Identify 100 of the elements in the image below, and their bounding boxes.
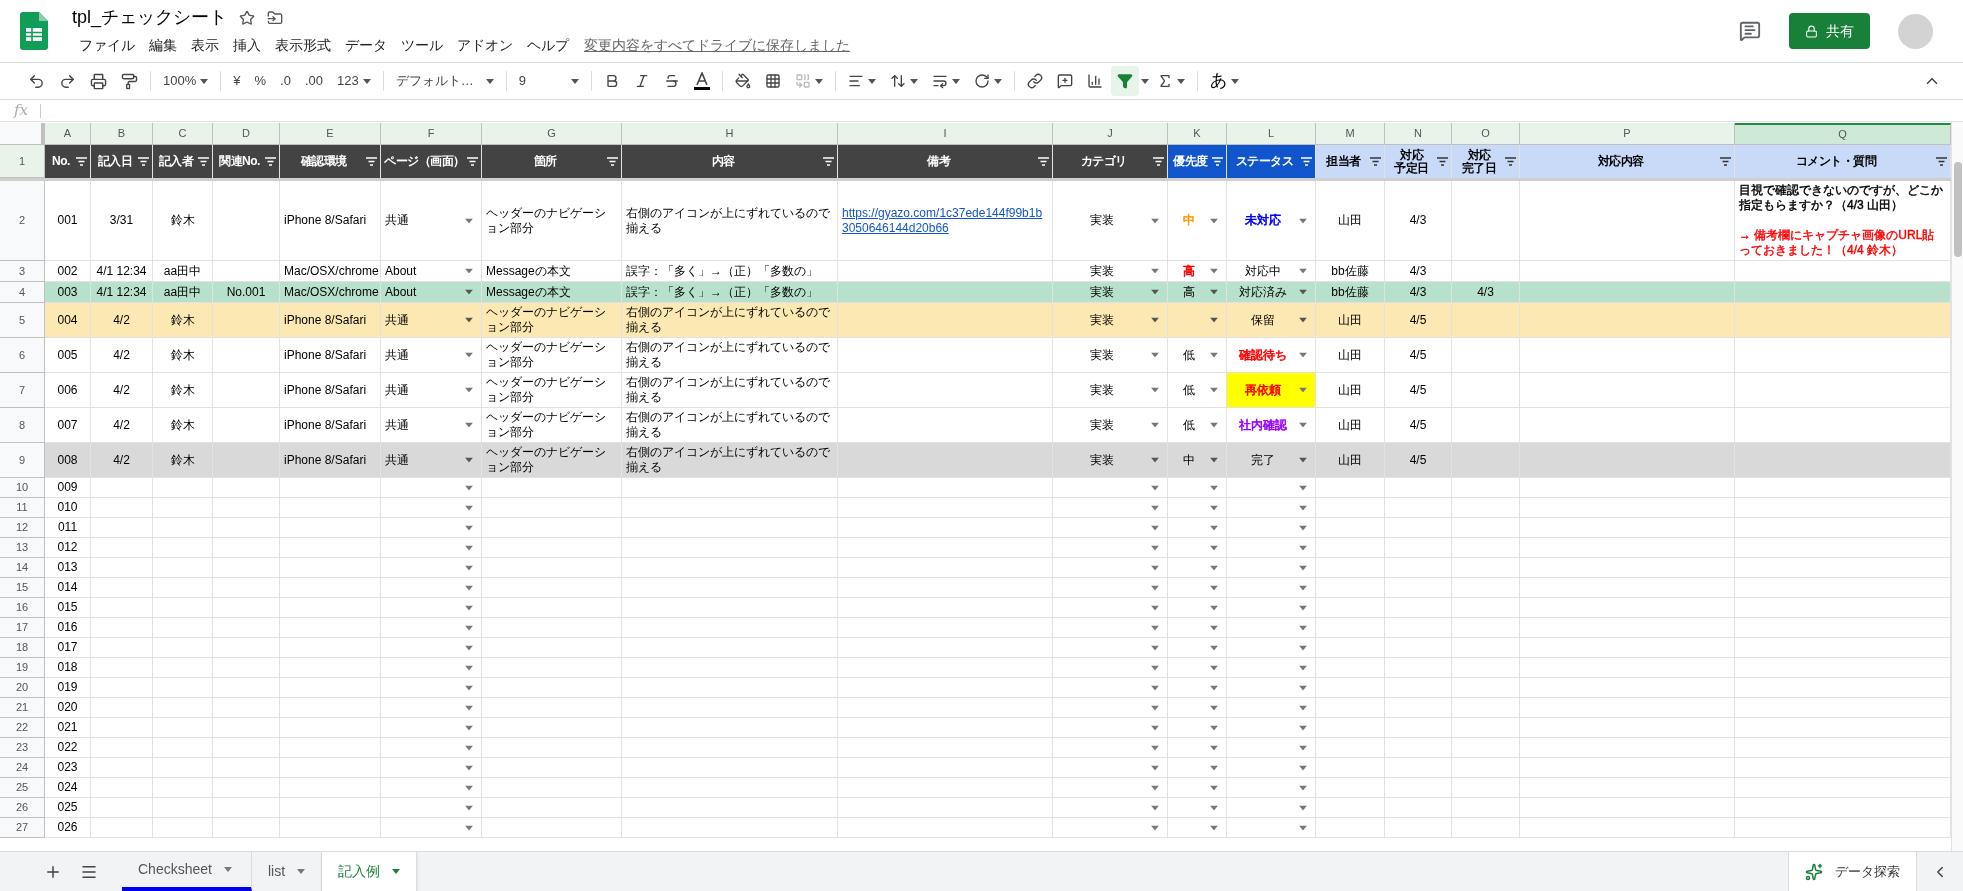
column-header[interactable]: N <box>1385 123 1452 145</box>
dropdown-caret-icon[interactable] <box>465 485 473 490</box>
dropdown-caret-icon[interactable] <box>1210 565 1218 570</box>
dropdown-caret-icon[interactable] <box>1299 785 1307 790</box>
dropdown-caret-icon[interactable] <box>465 705 473 710</box>
dropdown-caret-icon[interactable] <box>1299 317 1307 323</box>
share-button[interactable]: 共有 <box>1789 13 1870 49</box>
row-number[interactable]: 4 <box>0 282 45 303</box>
row-number[interactable]: 23 <box>0 738 45 758</box>
dropdown-caret-icon[interactable] <box>1151 352 1159 358</box>
column-header[interactable]: L <box>1227 123 1316 145</box>
dropdown-caret-icon[interactable] <box>1299 725 1307 730</box>
currency-format-button[interactable]: ¥ <box>227 66 247 96</box>
row-number[interactable]: 27 <box>0 818 45 838</box>
row-number[interactable]: 14 <box>0 558 45 578</box>
column-header[interactable]: A <box>45 123 91 145</box>
percent-format-button[interactable]: % <box>248 66 273 96</box>
zoom-select[interactable]: 100% <box>157 66 215 96</box>
dropdown-caret-icon[interactable] <box>1210 725 1218 730</box>
menu-item[interactable]: 表示 <box>184 33 226 58</box>
dropdown-caret-icon[interactable] <box>1299 605 1307 610</box>
dropdown-caret-icon[interactable] <box>1151 785 1159 790</box>
dropdown-caret-icon[interactable] <box>1210 289 1218 295</box>
menu-item[interactable]: 編集 <box>142 33 184 58</box>
column-header[interactable]: P <box>1520 123 1735 145</box>
dropdown-caret-icon[interactable] <box>1151 745 1159 750</box>
dropdown-caret-icon[interactable] <box>1210 665 1218 670</box>
column-header[interactable]: I <box>838 123 1053 145</box>
dropdown-caret-icon[interactable] <box>465 745 473 750</box>
dropdown-caret-icon[interactable] <box>1299 387 1307 393</box>
spreadsheet-logo-icon[interactable] <box>20 12 48 50</box>
row-number[interactable]: 6 <box>0 338 45 373</box>
menu-item[interactable]: データ <box>338 33 394 58</box>
menu-item[interactable]: ファイル <box>72 33 142 58</box>
dropdown-caret-icon[interactable] <box>1299 505 1307 510</box>
dropdown-caret-icon[interactable] <box>465 289 473 295</box>
dropdown-caret-icon[interactable] <box>1299 705 1307 710</box>
dropdown-caret-icon[interactable] <box>1210 625 1218 630</box>
dropdown-caret-icon[interactable] <box>1151 705 1159 710</box>
dropdown-caret-icon[interactable] <box>465 525 473 530</box>
dropdown-caret-icon[interactable] <box>1210 785 1218 790</box>
dropdown-caret-icon[interactable] <box>1151 805 1159 810</box>
dropdown-caret-icon[interactable] <box>1151 605 1159 610</box>
row-number[interactable]: 2 <box>0 181 45 261</box>
dropdown-caret-icon[interactable] <box>465 352 473 358</box>
row-number[interactable]: 24 <box>0 758 45 778</box>
column-header[interactable]: M <box>1316 123 1385 145</box>
filter-button[interactable] <box>1110 66 1139 96</box>
row-number[interactable]: 9 <box>0 443 45 478</box>
dropdown-caret-icon[interactable] <box>465 625 473 630</box>
star-icon[interactable] <box>239 9 256 26</box>
column-header[interactable]: Q <box>1735 123 1951 145</box>
dropdown-caret-icon[interactable] <box>1151 525 1159 530</box>
dropdown-caret-icon[interactable] <box>1210 422 1218 428</box>
dropdown-caret-icon[interactable] <box>1151 268 1159 274</box>
column-header[interactable]: E <box>280 123 381 145</box>
filter-icon[interactable] <box>1370 157 1381 166</box>
dropdown-caret-icon[interactable] <box>1299 352 1307 358</box>
column-header[interactable]: D <box>213 123 280 145</box>
menu-item[interactable]: アドオン <box>450 33 520 58</box>
row-number[interactable]: 12 <box>0 518 45 538</box>
row-number[interactable]: 22 <box>0 718 45 738</box>
column-header[interactable]: G <box>482 123 622 145</box>
row-number[interactable]: 10 <box>0 478 45 498</box>
dropdown-caret-icon[interactable] <box>1299 422 1307 428</box>
dropdown-caret-icon[interactable] <box>1151 645 1159 650</box>
dropdown-caret-icon[interactable] <box>1299 218 1307 223</box>
dropdown-caret-icon[interactable] <box>1151 765 1159 770</box>
dropdown-caret-icon[interactable] <box>1299 825 1307 830</box>
dropdown-caret-icon[interactable] <box>1210 505 1218 510</box>
dropdown-caret-icon[interactable] <box>465 505 473 510</box>
dropdown-caret-icon[interactable] <box>465 665 473 670</box>
menu-item[interactable]: 表示形式 <box>268 33 338 58</box>
row-number[interactable]: 17 <box>0 618 45 638</box>
dropdown-caret-icon[interactable] <box>1299 457 1307 463</box>
dropdown-caret-icon[interactable] <box>1151 457 1159 463</box>
filter-icon[interactable] <box>1437 157 1448 166</box>
dropdown-caret-icon[interactable] <box>1151 825 1159 830</box>
column-header[interactable]: H <box>622 123 838 145</box>
dropdown-caret-icon[interactable] <box>1151 725 1159 730</box>
row-number[interactable]: 20 <box>0 678 45 698</box>
dropdown-caret-icon[interactable] <box>465 317 473 323</box>
dropdown-caret-icon[interactable] <box>1151 565 1159 570</box>
dropdown-caret-icon[interactable] <box>465 685 473 690</box>
folder-icon[interactable] <box>267 9 284 26</box>
font-select[interactable]: デフォルト… <box>389 66 500 96</box>
dropdown-caret-icon[interactable] <box>1151 545 1159 550</box>
decrease-decimals-button[interactable]: .0 <box>274 66 297 96</box>
scrollbar-thumb[interactable] <box>1953 162 1962 257</box>
sheet-tab[interactable]: Checksheet <box>122 852 252 891</box>
save-status-link[interactable]: 変更内容をすべてドライブに保存しました <box>584 35 850 56</box>
comment-icon[interactable] <box>1739 20 1761 42</box>
dropdown-caret-icon[interactable] <box>1151 485 1159 490</box>
dropdown-caret-icon[interactable] <box>1299 585 1307 590</box>
input-tools-button[interactable]: あ <box>1203 66 1245 96</box>
dropdown-caret-icon[interactable] <box>1151 317 1159 323</box>
dropdown-caret-icon[interactable] <box>1299 565 1307 570</box>
dropdown-caret-icon[interactable] <box>1299 625 1307 630</box>
column-header[interactable]: J <box>1053 123 1168 145</box>
menu-item[interactable]: 挿入 <box>226 33 268 58</box>
